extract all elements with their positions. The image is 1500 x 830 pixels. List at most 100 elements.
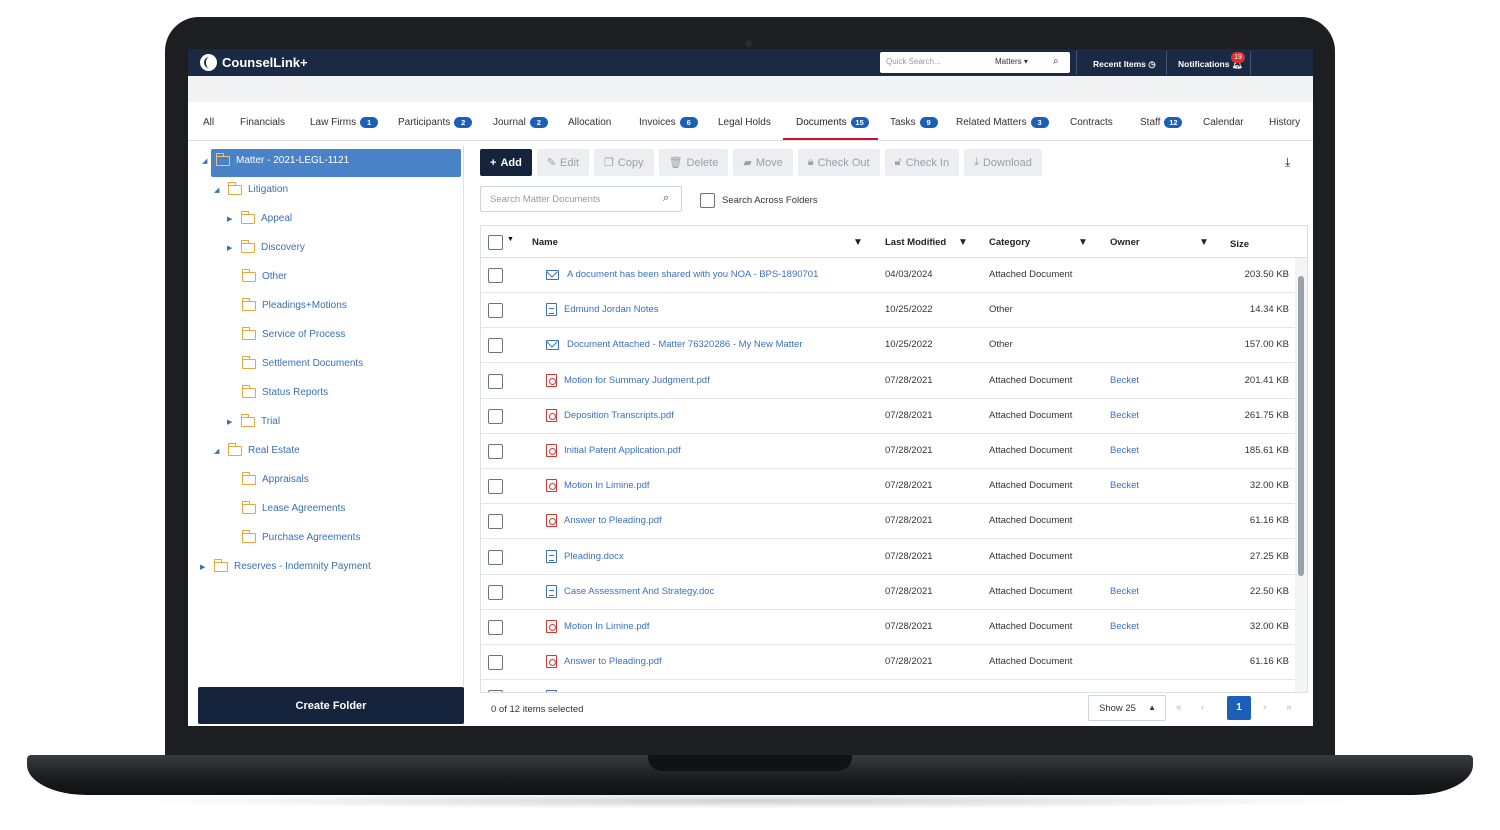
tab-calendar[interactable]: Calendar	[1203, 117, 1244, 128]
select-all-checkbox[interactable]	[488, 235, 503, 250]
document-search-input[interactable]: Search Matter Documents ⌕	[480, 186, 682, 212]
tab-allocation[interactable]: Allocation	[568, 117, 611, 128]
download-button[interactable]: ⤓ Download	[964, 149, 1042, 176]
owner-link[interactable]: Becket	[1110, 621, 1139, 632]
document-name-link[interactable]: Edmund Jordan Notes	[564, 304, 659, 315]
table-row[interactable]: Initial Patent Application.pdf 07/28/2021…	[481, 434, 1295, 469]
document-name-link[interactable]: Answer to Pleading.pdf	[564, 656, 662, 667]
page-size-select[interactable]: Show 25 ▲	[1088, 695, 1166, 721]
caret-right-icon[interactable]: ▶	[227, 418, 235, 426]
document-name-link[interactable]: Motion In Limine.pdf	[564, 621, 650, 632]
tree-item-lease-agreements[interactable]: Lease Agreements	[241, 500, 345, 514]
owner-link[interactable]: Becket	[1110, 410, 1139, 421]
column-header-size[interactable]: Size	[1230, 239, 1249, 250]
document-name-link[interactable]: Deposition Transcripts.pdf	[564, 410, 674, 421]
row-checkbox[interactable]	[488, 584, 503, 600]
row-checkbox[interactable]	[488, 690, 503, 692]
document-name-link[interactable]: Status Report.docx	[564, 691, 645, 692]
tree-item-trial[interactable]: ▶ Trial	[227, 413, 280, 427]
tab-related-matters[interactable]: Related Matters 3	[956, 117, 1049, 128]
search-icon[interactable]: ⌕	[1053, 56, 1059, 67]
caret-down-icon[interactable]: ◢	[214, 447, 222, 455]
tree-item-appraisals[interactable]: Appraisals	[241, 471, 309, 485]
tab-legal-holds[interactable]: Legal Holds	[718, 117, 771, 128]
first-page-icon[interactable]: «	[1176, 702, 1182, 713]
next-page-icon[interactable]: ›	[1263, 702, 1266, 713]
add-button[interactable]: + Add	[480, 149, 532, 176]
row-checkbox[interactable]	[488, 444, 503, 459]
check-in-button[interactable]: 🔓︎ Check In	[884, 149, 960, 176]
table-row[interactable]: Deposition Transcripts.pdf 07/28/2021 Atta…	[481, 399, 1295, 434]
tab-law-firms[interactable]: Law Firms 1	[310, 117, 379, 128]
owner-link[interactable]: Becket, Mark P.	[1110, 691, 1176, 692]
row-checkbox[interactable]	[488, 408, 503, 424]
table-row[interactable]: A document has been shared with you NOA …	[481, 258, 1295, 293]
tab-participants[interactable]: Participants 2	[398, 117, 473, 128]
row-checkbox[interactable]	[488, 268, 503, 283]
document-name-link[interactable]: Motion In Limine.pdf	[564, 480, 650, 491]
quick-search[interactable]: Quick Search... Matters ▾ ⌕	[880, 52, 1070, 73]
quick-search-input[interactable]: Quick Search...	[886, 57, 941, 66]
column-header-owner[interactable]: Owner	[1110, 237, 1140, 248]
export-download-icon[interactable]: ⤓	[1285, 155, 1290, 170]
caret-down-icon[interactable]: ◢	[214, 186, 222, 194]
tree-item-service-of-process[interactable]: Service of Process	[241, 326, 345, 340]
filter-icon[interactable]: ▼	[1199, 237, 1209, 248]
filter-icon[interactable]: ▼	[958, 237, 968, 248]
previous-page-icon[interactable]: ‹	[1201, 702, 1204, 713]
document-name-link[interactable]: Document Attached - Matter 76320286 - My…	[567, 339, 803, 350]
tree-root-matter[interactable]: ◢ Matter - 2021-LEGL-1121	[202, 152, 349, 166]
create-folder-button[interactable]: Create Folder	[198, 687, 464, 724]
owner-link[interactable]: Becket	[1110, 480, 1139, 491]
owner-link[interactable]: Becket	[1110, 445, 1139, 456]
row-checkbox[interactable]	[488, 479, 503, 495]
table-row[interactable]: Answer to Pleading.pdf 07/28/2021 Attached…	[481, 645, 1295, 681]
table-row[interactable]: Answer to Pleading.pdf 07/28/2021 Attached…	[481, 504, 1295, 540]
last-page-icon[interactable]: »	[1286, 702, 1292, 713]
brand[interactable]: CounselLink+	[200, 54, 308, 71]
row-checkbox[interactable]	[488, 303, 503, 319]
chevron-down-icon[interactable]: ▼	[507, 236, 514, 243]
table-row[interactable]: Motion In Limine.pdf 07/28/2021 Attached D…	[481, 469, 1295, 505]
document-name-link[interactable]: Case Assessment And Strategy.doc	[564, 586, 714, 597]
search-icon[interactable]: ⌕	[663, 192, 669, 205]
tree-item-litigation[interactable]: ◢ Litigation	[214, 181, 288, 195]
column-header-category[interactable]: Category	[989, 237, 1030, 248]
tab-financials[interactable]: Financials	[240, 117, 285, 128]
owner-link[interactable]: Becket	[1110, 586, 1139, 597]
tab-contracts[interactable]: Contracts	[1070, 117, 1113, 128]
tab-all[interactable]: All	[203, 117, 214, 128]
document-name-link[interactable]: Motion for Summary Judgment.pdf	[564, 375, 710, 386]
table-row[interactable]: Edmund Jordan Notes 10/25/2022 Other 14.34 …	[481, 293, 1295, 329]
tab-history[interactable]: History	[1269, 117, 1300, 128]
table-row[interactable]: Motion for Summary Judgment.pdf 07/28/202…	[481, 364, 1295, 399]
grid-scrollbar-thumb[interactable]	[1298, 276, 1304, 576]
search-across-folders-checkbox[interactable]	[700, 193, 715, 208]
tree-item-status-reports[interactable]: Status Reports	[241, 384, 328, 398]
tab-tasks[interactable]: Tasks 9	[890, 117, 938, 128]
document-name-link[interactable]: A document has been shared with you NOA …	[567, 269, 818, 280]
edit-button[interactable]: ✎ Edit	[536, 149, 590, 176]
caret-right-icon[interactable]: ▶	[200, 563, 208, 571]
column-header-last-modified[interactable]: Last Modified	[885, 237, 946, 248]
table-row[interactable]: Document Attached - Matter 76320286 - My…	[481, 328, 1295, 364]
copy-button[interactable]: ❐ Copy	[594, 149, 654, 176]
row-checkbox[interactable]	[488, 514, 503, 530]
filter-icon[interactable]: ▼	[853, 237, 863, 248]
row-checkbox[interactable]	[488, 549, 503, 565]
filter-icon[interactable]: ▼	[1078, 237, 1088, 248]
column-header-name[interactable]: Name	[532, 237, 558, 248]
tab-journal[interactable]: Journal 2	[493, 117, 548, 128]
document-name-link[interactable]: Pleading.docx	[564, 551, 624, 562]
caret-right-icon[interactable]: ▶	[227, 244, 235, 252]
check-out-button[interactable]: 🔒︎ Check Out	[797, 149, 880, 176]
row-checkbox[interactable]	[488, 620, 503, 635]
document-name-link[interactable]: Initial Patent Application.pdf	[564, 445, 681, 456]
row-checkbox[interactable]	[488, 373, 503, 389]
document-name-link[interactable]: Answer to Pleading.pdf	[564, 515, 662, 526]
table-row[interactable]: Pleading.docx 07/28/2021 Attached Document…	[481, 540, 1295, 575]
caret-right-icon[interactable]: ▶	[227, 215, 235, 223]
tree-item-other[interactable]: Other	[241, 268, 287, 282]
tree-item-pleadings-motions[interactable]: Pleadings+Motions	[241, 297, 347, 311]
row-checkbox[interactable]	[488, 338, 503, 354]
